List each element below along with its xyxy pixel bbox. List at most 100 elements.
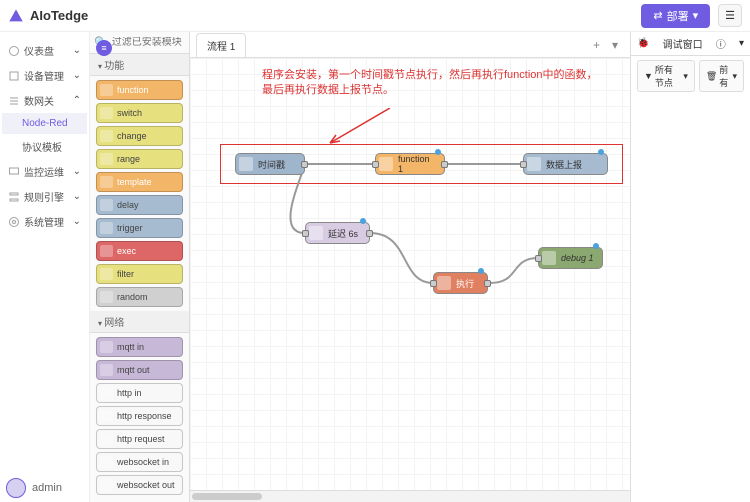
canvas-node-debug[interactable]: debug 1 (538, 247, 603, 269)
chevron-down-icon: ⌄ (73, 45, 81, 56)
palette-node-http-request[interactable]: http request (96, 429, 183, 449)
input-port[interactable] (535, 255, 542, 262)
node-label: http request (117, 434, 165, 444)
palette-toggle-button[interactable]: ≡ (96, 40, 112, 56)
chevron-up-icon: ⌃ (73, 95, 81, 106)
nav-dashboard[interactable]: 仪表盘 ⌄ (2, 38, 87, 63)
changed-flag-icon (435, 149, 441, 155)
node-label: debug 1 (561, 253, 594, 263)
node-label: http response (117, 411, 172, 421)
chevron-down-icon: ⌄ (73, 70, 81, 81)
nav-label: 设备管理 (24, 68, 64, 83)
canvas-node-inject[interactable]: 时间戳 (235, 153, 305, 175)
brand-logo: AIoTedge (8, 8, 88, 24)
input-port[interactable] (430, 280, 437, 287)
node-label: function 1 (398, 154, 436, 174)
add-tab-button[interactable]: + (587, 36, 606, 54)
palette-node-template[interactable]: template (96, 172, 183, 192)
nav-label: 数网关 (24, 93, 54, 108)
deploy-label: 部署 (667, 8, 689, 24)
node-label: change (117, 131, 147, 141)
node-label: exec (117, 246, 136, 256)
tab-label: 流程 1 (207, 42, 235, 53)
hamburger-menu-button[interactable]: ☰ (718, 4, 742, 27)
chevron-down-icon: ⌄ (73, 191, 81, 202)
palette-panel: 🔍 功能 function switch change range templa… (90, 32, 190, 502)
palette-node-filter[interactable]: filter (96, 264, 183, 284)
app-sidebar: 仪表盘 ⌄ 设备管理 ⌄ 数网关 ⌃ Node-Red 协议模板 监控运维⌄ 规则引擎… (0, 32, 90, 502)
node-label: 时间戳 (258, 158, 285, 171)
annotation-arrow (320, 108, 400, 148)
nav-protocol[interactable]: 协议模板 (2, 134, 87, 159)
palette-node-function[interactable]: function (96, 80, 183, 100)
flow-tabs: 流程 1 + ▾ (190, 32, 630, 58)
palette-node-range[interactable]: range (96, 149, 183, 169)
output-port[interactable] (301, 161, 308, 168)
input-port[interactable] (372, 161, 379, 168)
node-label: mqtt out (117, 365, 150, 375)
debug-clear-button[interactable]: 🗑前有▾ (699, 60, 744, 92)
tool-label: 所有节点 (655, 63, 681, 89)
flow-wires (190, 58, 630, 502)
info-icon[interactable]: ⓘ (716, 36, 726, 51)
nav-nodered[interactable]: Node-Red (2, 113, 87, 134)
username-label: admin (32, 482, 62, 494)
changed-flag-icon (598, 149, 604, 155)
output-port[interactable] (484, 280, 491, 287)
palette-node-http-response[interactable]: http response (96, 406, 183, 426)
nav-gateway[interactable]: 数网关 ⌃ (2, 88, 87, 113)
flow-canvas[interactable]: 程序会安装，第一个时间戳节点执行，然后再执行function中的函数， 最后再执… (190, 58, 630, 502)
canvas-node-delay[interactable]: 延迟 6s (305, 222, 370, 244)
palette-category-network[interactable]: 网络 (90, 311, 189, 333)
node-label: trigger (117, 223, 143, 233)
palette-node-change[interactable]: change (96, 126, 183, 146)
changed-flag-icon (478, 268, 484, 274)
gauge-icon (8, 45, 20, 57)
output-port[interactable] (366, 230, 373, 237)
chevron-down-icon[interactable]: ▾ (739, 38, 744, 49)
nav-label: 仪表盘 (24, 43, 54, 58)
nav-system[interactable]: 系统管理⌄ (2, 209, 87, 234)
node-label: 延迟 6s (328, 227, 358, 240)
category-label: 功能 (104, 61, 124, 72)
deploy-button[interactable]: ⇄ 部署 ▾ (641, 4, 710, 28)
canvas-node-function[interactable]: function 1 (375, 153, 445, 175)
nav-label: 规则引擎 (24, 189, 64, 204)
share-icon: ⇄ (653, 9, 662, 22)
tab-list-button[interactable]: ▾ (606, 36, 624, 54)
nav-devices[interactable]: 设备管理 ⌄ (2, 63, 87, 88)
input-port[interactable] (302, 230, 309, 237)
rules-icon (8, 191, 20, 203)
canvas-node-report[interactable]: 数据上报 (523, 153, 608, 175)
palette-node-switch[interactable]: switch (96, 103, 183, 123)
canvas-scrollbar-horizontal[interactable] (190, 490, 630, 502)
debug-filter-all-nodes[interactable]: ▼所有节点▾ (637, 60, 695, 92)
user-footer[interactable]: admin (6, 478, 62, 498)
nav-rules[interactable]: 规则引擎 ⌄ (2, 184, 87, 209)
output-port[interactable] (441, 161, 448, 168)
canvas-node-exec[interactable]: 执行 (433, 272, 488, 294)
node-label: 执行 (456, 277, 474, 290)
palette-node-exec[interactable]: exec (96, 241, 183, 261)
palette-node-http-in[interactable]: http in (96, 383, 183, 403)
debug-panel-title: 调试窗口 (663, 36, 703, 51)
node-label: 数据上报 (546, 158, 582, 171)
nav-label: Node-Red (22, 118, 68, 129)
palette-node-random[interactable]: random (96, 287, 183, 307)
palette-category-function[interactable]: 功能 (90, 54, 189, 76)
monitor-icon (8, 166, 20, 178)
app-header: AIoTedge ⇄ 部署 ▾ ☰ (0, 0, 750, 32)
annotation-text: 程序会安装，第一个时间戳节点执行，然后再执行function中的函数， 最后再执… (262, 68, 598, 99)
palette-node-trigger[interactable]: trigger (96, 218, 183, 238)
palette-node-websocket-out[interactable]: websocket out (96, 475, 183, 495)
bug-icon: 🐞 (637, 38, 649, 49)
node-label: template (117, 177, 152, 187)
palette-node-websocket-in[interactable]: websocket in (96, 452, 183, 472)
flow-tab-1[interactable]: 流程 1 (196, 33, 246, 57)
palette-node-mqtt-out[interactable]: mqtt out (96, 360, 183, 380)
palette-node-delay[interactable]: delay (96, 195, 183, 215)
palette-node-mqtt-in[interactable]: mqtt in (96, 337, 183, 357)
changed-flag-icon (593, 243, 599, 249)
nav-monitor[interactable]: 监控运维⌄ (2, 159, 87, 184)
input-port[interactable] (520, 161, 527, 168)
